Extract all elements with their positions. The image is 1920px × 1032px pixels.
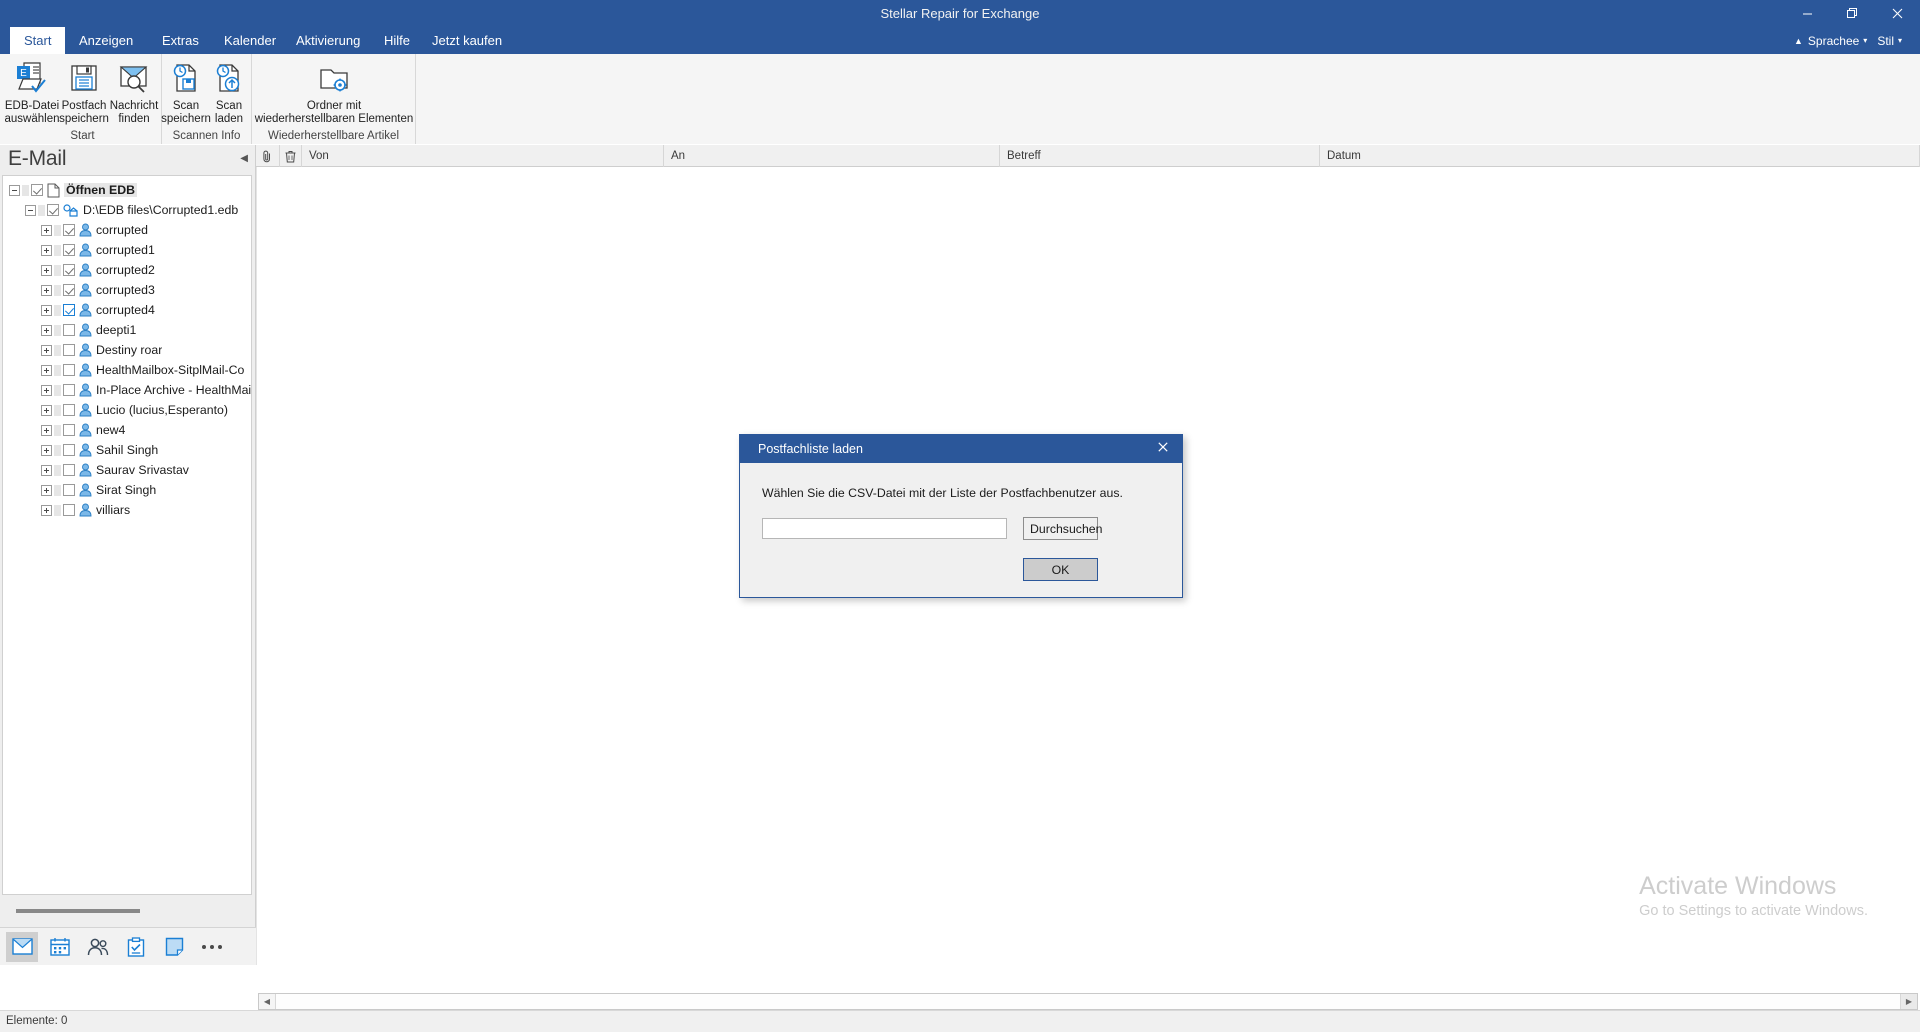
dialog-close-button[interactable] bbox=[1150, 435, 1176, 459]
close-icon bbox=[1158, 442, 1168, 452]
dialog-message: Wählen Sie die CSV-Datei mit der Liste d… bbox=[762, 486, 1123, 500]
application-window: Stellar Repair for Exchange Start Anzeig… bbox=[0, 0, 1920, 1032]
modal-overlay: Postfachliste laden Wählen Sie die CSV-D… bbox=[0, 0, 1920, 1032]
dialog-title-bar: Postfachliste laden bbox=[740, 435, 1182, 463]
load-mailbox-list-dialog: Postfachliste laden Wählen Sie die CSV-D… bbox=[739, 434, 1183, 598]
dialog-body: Wählen Sie die CSV-Datei mit der Liste d… bbox=[740, 463, 1182, 597]
csv-path-input[interactable] bbox=[762, 518, 1007, 539]
browse-button[interactable]: Durchsuchen bbox=[1023, 517, 1102, 540]
ok-button[interactable]: OK bbox=[1023, 558, 1098, 581]
dialog-title: Postfachliste laden bbox=[758, 442, 863, 456]
